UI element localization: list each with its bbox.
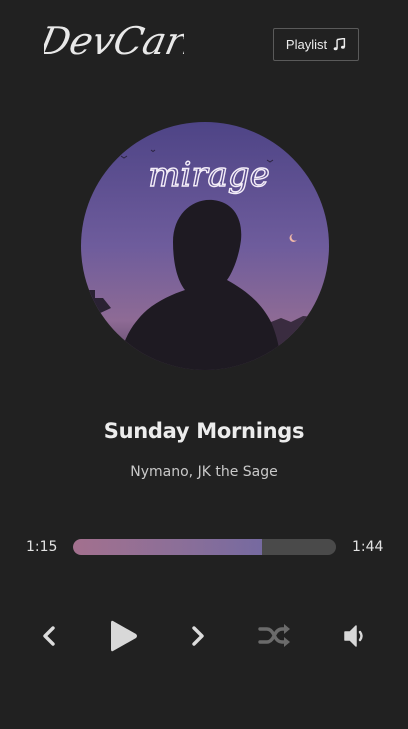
track-artist: Nymano, JK the Sage	[130, 464, 278, 480]
shuffle-button[interactable]	[256, 620, 294, 652]
logo-signature: DevCarl	[44, 19, 184, 64]
play-button[interactable]	[104, 615, 144, 657]
next-button[interactable]	[185, 620, 211, 652]
music-note-icon	[333, 38, 346, 51]
music-player: DevCarl Playlist mirage Sunday Mornings …	[0, 0, 408, 729]
chevron-right-icon	[192, 626, 204, 646]
volume-button[interactable]	[340, 620, 372, 652]
shuffle-icon	[258, 624, 290, 647]
chevron-left-icon	[43, 626, 55, 646]
current-time: 1:15	[26, 539, 58, 555]
play-icon	[111, 620, 137, 652]
track-title: Sunday Mornings	[103, 419, 305, 443]
logo: DevCarl	[44, 12, 184, 68]
playlist-button[interactable]: Playlist	[273, 28, 359, 61]
playlist-button-label: Playlist	[285, 37, 328, 52]
previous-button[interactable]	[36, 620, 62, 652]
album-cover: mirage	[81, 122, 329, 370]
progress-fill	[73, 539, 263, 555]
logo-text: DevCarl	[44, 19, 184, 64]
cover-text: mirage	[148, 155, 270, 195]
volume-icon	[344, 625, 363, 647]
total-time: 1:44	[352, 539, 384, 555]
progress-bar[interactable]	[73, 539, 336, 555]
